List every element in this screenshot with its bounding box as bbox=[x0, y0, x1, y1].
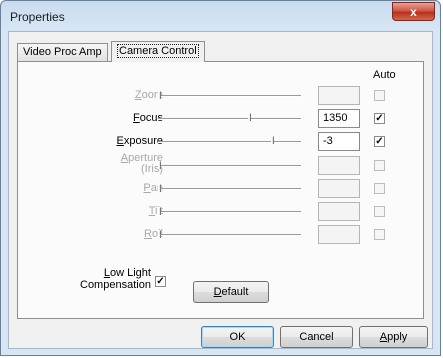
tilt-slider[interactable] bbox=[158, 207, 301, 215]
exposure-auto-checkbox[interactable]: ✓ bbox=[374, 136, 385, 147]
exposure-slider-thumb[interactable] bbox=[271, 136, 274, 144]
roll-slider[interactable] bbox=[158, 230, 301, 238]
tilt-slider-thumb[interactable] bbox=[158, 207, 161, 215]
checkmark-icon: ✓ bbox=[375, 136, 384, 147]
tab-camera-control[interactable]: Camera Control bbox=[111, 41, 205, 62]
tilt-row: Tilt bbox=[18, 202, 423, 226]
zoom-row: Zoom bbox=[18, 86, 423, 110]
camera-control-panel: Auto Zoom Focus 1350 ✓ Exposure -3 ✓ Ape… bbox=[17, 61, 424, 319]
focus-value-field[interactable]: 1350 bbox=[318, 109, 360, 128]
exposure-value-field[interactable]: -3 bbox=[318, 132, 360, 151]
pan-value-field[interactable] bbox=[318, 179, 360, 198]
roll-value-field[interactable] bbox=[318, 225, 360, 244]
auto-column-header: Auto bbox=[373, 69, 396, 81]
aperture-slider[interactable] bbox=[158, 161, 301, 169]
default-button[interactable]: Default bbox=[193, 281, 269, 303]
focus-row: Focus 1350 ✓ bbox=[18, 109, 423, 133]
zoom-slider-thumb[interactable] bbox=[158, 91, 161, 99]
zoom-slider[interactable] bbox=[158, 91, 301, 99]
aperture-value-field[interactable] bbox=[318, 156, 360, 175]
focus-auto-checkbox[interactable]: ✓ bbox=[374, 113, 385, 124]
low-light-compensation-checkbox[interactable]: ✓ bbox=[155, 276, 166, 287]
tilt-value-field[interactable] bbox=[318, 202, 360, 221]
tilt-auto-checkbox[interactable] bbox=[374, 206, 385, 217]
ok-button[interactable]: OK bbox=[201, 326, 274, 348]
zoom-value-field[interactable] bbox=[318, 86, 360, 105]
properties-window: Properties x Video Proc Amp Camera Contr… bbox=[0, 0, 441, 356]
pan-auto-checkbox[interactable] bbox=[374, 183, 385, 194]
exposure-label: Exposure bbox=[116, 135, 163, 147]
pan-row: Pan bbox=[18, 179, 423, 203]
pan-slider[interactable] bbox=[158, 184, 301, 192]
zoom-auto-checkbox[interactable] bbox=[374, 90, 385, 101]
roll-auto-checkbox[interactable] bbox=[374, 229, 385, 240]
roll-slider-thumb[interactable] bbox=[158, 230, 161, 238]
aperture-auto-checkbox[interactable] bbox=[374, 160, 385, 171]
checkmark-icon: ✓ bbox=[156, 276, 165, 287]
checkmark-icon: ✓ bbox=[375, 113, 384, 124]
aperture-label: Aperture (Iris) bbox=[120, 152, 163, 175]
low-light-compensation-label: Low Light Compensation bbox=[80, 267, 151, 291]
focus-slider[interactable] bbox=[158, 113, 301, 121]
dialog-client: Video Proc Amp Camera Control Auto Zoom … bbox=[8, 31, 433, 349]
exposure-slider[interactable] bbox=[158, 136, 301, 144]
cancel-button[interactable]: Cancel bbox=[280, 326, 353, 348]
tab-label: Camera Control bbox=[117, 44, 199, 58]
close-button[interactable]: x bbox=[392, 2, 435, 21]
roll-row: Roll bbox=[18, 225, 423, 249]
aperture-slider-thumb[interactable] bbox=[158, 161, 161, 169]
apply-button[interactable]: Apply bbox=[359, 326, 428, 348]
focus-slider-thumb[interactable] bbox=[248, 113, 251, 121]
aperture-row: Aperture (Iris) bbox=[18, 152, 423, 180]
pan-slider-thumb[interactable] bbox=[158, 184, 161, 192]
window-title: Properties bbox=[10, 10, 65, 24]
close-icon: x bbox=[410, 5, 417, 19]
title-bar[interactable]: Properties x bbox=[1, 1, 440, 31]
exposure-row: Exposure -3 ✓ bbox=[18, 132, 423, 156]
tab-video-proc-amp[interactable]: Video Proc Amp bbox=[17, 43, 108, 61]
tab-label: Video Proc Amp bbox=[23, 46, 102, 58]
